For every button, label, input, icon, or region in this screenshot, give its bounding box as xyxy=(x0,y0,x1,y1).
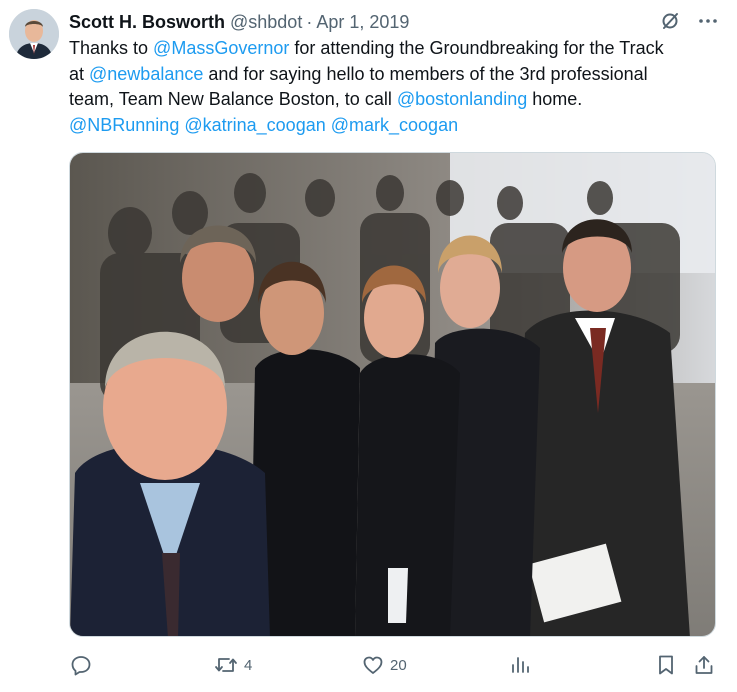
tweet-photo[interactable] xyxy=(69,152,716,637)
avatar[interactable] xyxy=(9,9,59,59)
mention-link[interactable]: @katrina_coogan xyxy=(184,115,325,135)
action-bar: 4 20 xyxy=(0,650,737,680)
tweet-text-line: Thanks to @MassGovernor for attending th… xyxy=(69,36,719,62)
tweet-text-segment: for attending the Groundbreaking for the… xyxy=(289,38,664,58)
retweet-button[interactable]: 4 xyxy=(214,650,252,680)
author-name[interactable]: Scott H. Bosworth xyxy=(69,12,225,33)
tweet-text-segment: at xyxy=(69,63,90,84)
bookmark-button[interactable] xyxy=(655,650,677,680)
views-icon xyxy=(509,654,531,676)
like-button[interactable]: 20 xyxy=(362,650,407,680)
mention-link[interactable]: @NBRunning xyxy=(69,115,179,135)
separator: · xyxy=(306,11,313,32)
tweet-text-line: team, Team New Balance Boston, to call @… xyxy=(69,87,719,113)
reply-icon xyxy=(70,654,92,676)
tweet-text-line: at @newbalance and for saying hello to m… xyxy=(69,62,719,88)
reply-button[interactable] xyxy=(70,650,98,680)
bookmark-icon xyxy=(655,654,677,676)
tweet-text-line: @NBRunning @katrina_coogan @mark_coogan xyxy=(69,113,719,139)
tweet-text-segment: team, Team New Balance Boston, to call xyxy=(69,89,397,109)
retweet-icon xyxy=(214,654,238,676)
mention-link[interactable]: @newbalance xyxy=(89,64,203,84)
views-button[interactable] xyxy=(509,650,537,680)
tweet-text-segment: Thanks to xyxy=(69,38,154,58)
share-icon xyxy=(693,654,715,676)
mention-link[interactable]: @MassGovernor xyxy=(153,38,289,58)
more-icon[interactable] xyxy=(697,10,719,32)
like-count: 20 xyxy=(390,656,407,674)
mention-link[interactable]: @mark_coogan xyxy=(331,115,458,135)
tweet-text: Thanks to @MassGovernor for attending th… xyxy=(69,36,719,138)
share-button[interactable] xyxy=(693,650,715,680)
photo-image xyxy=(70,153,715,636)
header-actions xyxy=(659,10,719,32)
tweet-header: Scott H. Bosworth @shbdot · Apr 1, 2019 xyxy=(69,10,409,34)
tweet-text-segment: home. xyxy=(527,89,583,109)
like-icon xyxy=(362,654,384,676)
tweet-text-segment: and for saying hello to members of the 3… xyxy=(203,63,648,84)
mention-link[interactable]: @bostonlanding xyxy=(397,89,527,109)
tweet-date[interactable]: Apr 1, 2019 xyxy=(316,12,409,33)
retweet-count: 4 xyxy=(244,656,253,674)
author-handle[interactable]: @shbdot xyxy=(230,12,302,33)
tweet[interactable]: Scott H. Bosworth @shbdot · Apr 1, 2019 … xyxy=(0,0,737,692)
grok-icon[interactable] xyxy=(659,10,681,32)
